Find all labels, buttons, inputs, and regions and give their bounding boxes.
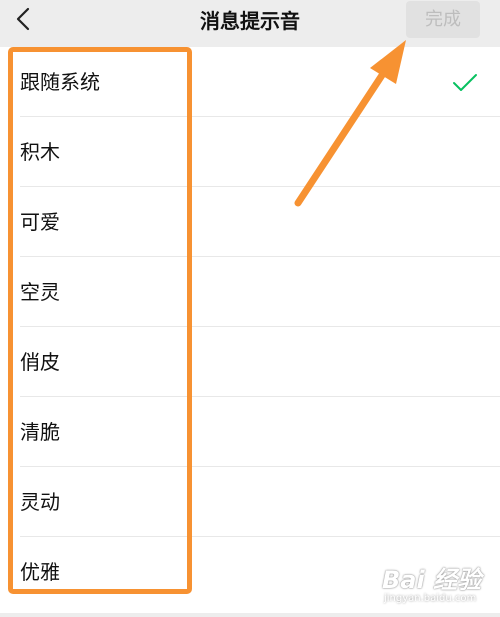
sound-option-elegant[interactable]: 优雅 bbox=[0, 537, 500, 607]
sound-option-blocks[interactable]: 积木 bbox=[0, 117, 500, 187]
sound-option-ethereal[interactable]: 空灵 bbox=[0, 257, 500, 327]
sound-option-label: 清脆 bbox=[20, 420, 60, 444]
checkmark-icon bbox=[452, 73, 478, 93]
sound-option-label: 跟随系统 bbox=[20, 70, 100, 94]
sound-option-lively[interactable]: 灵动 bbox=[0, 467, 500, 537]
sound-option-label: 积木 bbox=[20, 140, 60, 164]
sound-option-label: 俏皮 bbox=[20, 350, 60, 374]
sound-option-cute[interactable]: 可爱 bbox=[0, 187, 500, 257]
sound-option-crisp[interactable]: 清脆 bbox=[0, 397, 500, 467]
sound-option-label: 灵动 bbox=[20, 490, 60, 514]
sound-option-label: 可爱 bbox=[20, 210, 60, 234]
sound-option-label: 空灵 bbox=[20, 280, 60, 304]
nav-bar: 消息提示音 完成 bbox=[0, 0, 500, 40]
done-button[interactable]: 完成 bbox=[406, 1, 480, 38]
sound-option-label: 优雅 bbox=[20, 560, 60, 584]
sound-option-playful[interactable]: 俏皮 bbox=[0, 327, 500, 397]
sound-option-follow-system[interactable]: 跟随系统 bbox=[0, 47, 500, 117]
sound-list: 跟随系统 积木 可爱 空灵 俏皮 清脆 灵动 优雅 bbox=[0, 47, 500, 613]
